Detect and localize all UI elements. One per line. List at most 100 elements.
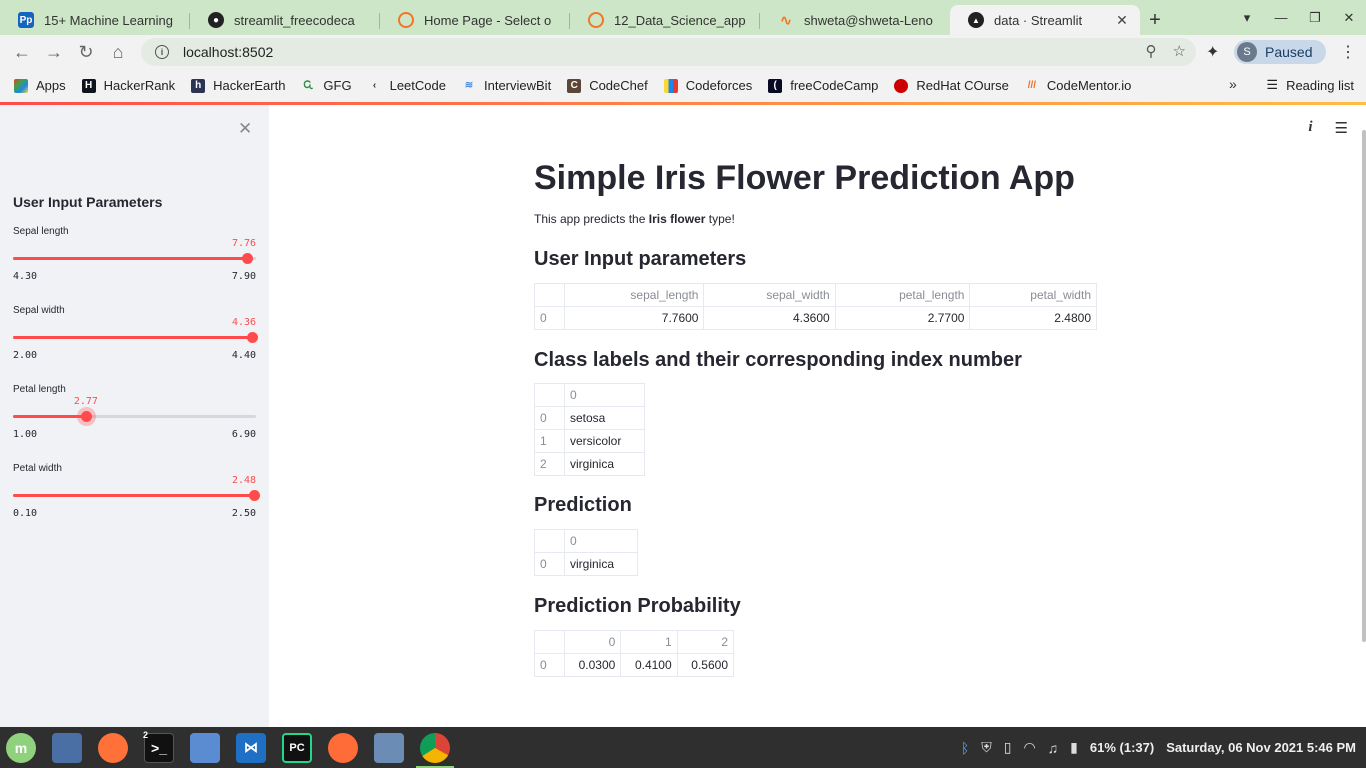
column-header[interactable]: 2 bbox=[676, 630, 735, 654]
hackerrank-icon: H bbox=[81, 78, 96, 93]
close-tab-icon[interactable]: ✕ bbox=[1114, 12, 1130, 29]
tab-search-icon[interactable]: ▾ bbox=[1230, 10, 1264, 26]
slider-thumb[interactable] bbox=[241, 253, 253, 264]
table-cell: virginica bbox=[564, 552, 638, 576]
extensions-icon[interactable]: ✦ bbox=[1206, 42, 1219, 62]
bookmark-hackerearth[interactable]: h HackerEarth bbox=[191, 78, 285, 93]
zoom-icon[interactable]: ⚲ bbox=[1146, 42, 1157, 60]
browser-tab-2[interactable]: Home Page - Select o bbox=[380, 5, 570, 35]
slider-petal-width[interactable]: Petal width 2.48 0.10 2.50 bbox=[13, 463, 260, 533]
class-labels-table: 0 0 setosa 1 versicolor 2 virginica bbox=[534, 383, 645, 476]
home-icon[interactable]: ⌂ bbox=[102, 42, 134, 63]
gfg-icon: Ꮹ bbox=[303, 80, 314, 91]
input-params-table: sepal_length sepal_width petal_length petal… bbox=[534, 283, 1097, 330]
page-scrollbar[interactable] bbox=[1362, 130, 1366, 642]
restore-icon[interactable]: ❐ bbox=[1298, 10, 1332, 26]
table-cell: 2.7700 bbox=[834, 306, 971, 330]
sound-icon[interactable]: ♫ bbox=[1048, 740, 1059, 756]
profile-button[interactable]: S Paused bbox=[1234, 40, 1326, 64]
hamburger-menu-icon[interactable]: ☰ bbox=[1335, 119, 1348, 137]
url-text: localhost:8502 bbox=[183, 44, 274, 60]
tab-strip: Pp 15+ Machine Learning ● streamlit_free… bbox=[0, 0, 1366, 35]
column-header[interactable]: sepal_width bbox=[703, 283, 836, 307]
pp-favicon-icon: Pp bbox=[18, 12, 34, 28]
reading-list-button[interactable]: ☰ Reading list bbox=[1266, 77, 1354, 93]
terminal-icon[interactable]: >_ 2 bbox=[143, 730, 174, 763]
reload-icon[interactable]: ↻ bbox=[70, 42, 102, 63]
bluetooth-icon[interactable]: ᛒ bbox=[961, 740, 969, 756]
forward-icon[interactable]: → bbox=[38, 42, 70, 63]
browser-tab-active[interactable]: ▲ data · Streamlit ✕ bbox=[950, 5, 1140, 35]
github-icon: ● bbox=[208, 12, 224, 28]
bookmark-redhat[interactable]: RedHat COurse bbox=[894, 78, 1009, 93]
slider-thumb[interactable] bbox=[80, 411, 92, 422]
apps-grid-icon bbox=[14, 78, 28, 93]
address-bar[interactable]: i localhost:8502 ⚲ ☆ bbox=[141, 38, 1196, 66]
browser-tab-0[interactable]: Pp 15+ Machine Learning bbox=[0, 5, 190, 35]
close-sidebar-icon[interactable]: ✕ bbox=[238, 119, 252, 139]
column-header[interactable]: 1 bbox=[620, 630, 678, 654]
jupyter-icon bbox=[588, 12, 604, 28]
table-cell: virginica bbox=[564, 452, 645, 476]
column-header[interactable]: 0 bbox=[564, 383, 645, 407]
bookmark-codementor[interactable]: ///CodeMentor.io bbox=[1025, 78, 1132, 93]
jupyter-icon: ∿ bbox=[780, 11, 792, 28]
bookmark-gfg[interactable]: Ꮹ GFG bbox=[301, 78, 352, 93]
back-icon[interactable]: ← bbox=[6, 42, 38, 63]
close-window-icon[interactable]: ✕ bbox=[1332, 10, 1366, 26]
slider-thumb[interactable] bbox=[248, 490, 260, 501]
index-header bbox=[534, 630, 565, 654]
site-info-icon[interactable]: i bbox=[155, 45, 169, 59]
slider-sepal-width[interactable]: Sepal width 4.36 2.00 4.40 bbox=[13, 305, 258, 375]
column-header[interactable]: 0 bbox=[564, 529, 638, 553]
browser-menu-icon[interactable]: ⋮ bbox=[1340, 42, 1356, 62]
minimize-icon[interactable]: — bbox=[1264, 10, 1298, 25]
info-icon[interactable]: i bbox=[1308, 119, 1312, 137]
bookmark-star-icon[interactable]: ☆ bbox=[1173, 42, 1186, 60]
more-bookmarks-icon[interactable]: » bbox=[1229, 76, 1237, 92]
bookmark-leetcode[interactable]: ‹ LeetCode bbox=[368, 78, 446, 93]
show-desktop-icon[interactable] bbox=[52, 732, 82, 763]
new-tab-button[interactable]: + bbox=[1140, 5, 1170, 35]
browser-tab-3[interactable]: 12_Data_Science_app bbox=[570, 5, 760, 35]
column-header[interactable]: petal_length bbox=[834, 283, 971, 307]
table-cell: 7.7600 bbox=[563, 306, 705, 330]
mint-menu-icon[interactable]: m bbox=[6, 732, 36, 763]
wifi-icon[interactable]: ◠ bbox=[1023, 739, 1035, 756]
shield-icon[interactable]: ⛨ bbox=[981, 739, 992, 756]
browser-tab-1[interactable]: ● streamlit_freecodeca bbox=[190, 5, 380, 35]
bookmark-apps[interactable]: Apps bbox=[14, 78, 66, 93]
tab-title: streamlit_freecodeca bbox=[234, 12, 355, 28]
postman-icon[interactable] bbox=[328, 732, 358, 763]
table-cell: 4.3600 bbox=[703, 306, 836, 330]
page-title: Simple Iris Flower Prediction App bbox=[534, 159, 1075, 197]
firefox-icon[interactable] bbox=[98, 732, 128, 763]
browser-tab-4[interactable]: ∿ shweta@shweta-Leno bbox=[760, 5, 950, 35]
vscode-icon[interactable]: ⋈ bbox=[236, 732, 266, 763]
slider-thumb[interactable] bbox=[246, 332, 258, 343]
bookmark-codeforces[interactable]: Codeforces bbox=[663, 78, 752, 93]
slider-min: 4.30 bbox=[13, 271, 38, 282]
slider-petal-length[interactable]: Petal length 2.77 1.00 6.90 bbox=[13, 384, 256, 454]
clipboard-icon[interactable]: ▯ bbox=[1004, 739, 1012, 756]
bookmark-freecodecamp[interactable]: (freeCodeCamp bbox=[768, 78, 878, 93]
files-icon[interactable] bbox=[190, 732, 220, 763]
chrome-icon[interactable] bbox=[416, 732, 454, 768]
column-header[interactable]: 0 bbox=[563, 630, 622, 654]
battery-icon[interactable]: ▮ bbox=[1070, 739, 1078, 756]
input-params-header: User Input parameters bbox=[534, 248, 747, 270]
column-header[interactable]: sepal_length bbox=[563, 283, 705, 307]
bookmark-interviewbit[interactable]: ≋ InterviewBit bbox=[462, 78, 551, 93]
bookmark-codechef[interactable]: C CodeChef bbox=[567, 78, 648, 93]
column-header[interactable]: petal_width bbox=[969, 283, 1097, 307]
browser-toolbar: ← → ↻ ⌂ i localhost:8502 ⚲ ☆ ✦ S Paused … bbox=[0, 35, 1366, 69]
virtualbox-icon[interactable] bbox=[374, 732, 404, 763]
bookmark-hackerrank[interactable]: H HackerRank bbox=[81, 78, 175, 93]
slider-value: 2.48 bbox=[231, 475, 257, 486]
slider-sepal-length[interactable]: Sepal length 7.76 4.30 7.90 bbox=[13, 226, 256, 296]
index-header bbox=[534, 529, 565, 553]
slider-max: 6.90 bbox=[231, 429, 256, 440]
pycharm-icon[interactable]: PC bbox=[282, 732, 312, 763]
slider-fill bbox=[13, 336, 252, 339]
clock[interactable]: Saturday, 06 Nov 2021 5:46 PM bbox=[1166, 740, 1356, 755]
